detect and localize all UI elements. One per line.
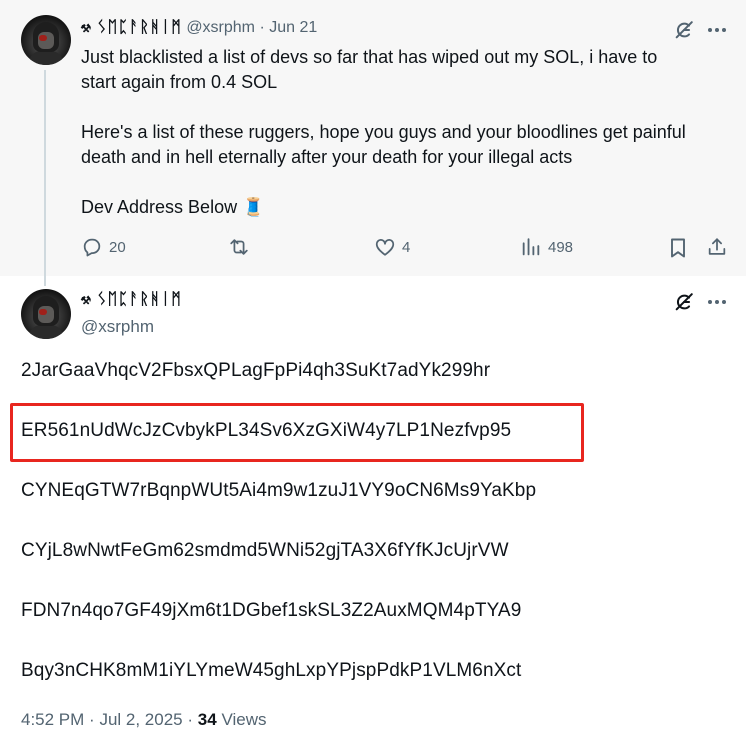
tweet-date[interactable]: Jun 21 bbox=[269, 19, 317, 36]
author-name[interactable]: ⚒ ᛊᛖᛈᚨᚱᚻᛁᛗ bbox=[81, 19, 182, 36]
post-date[interactable]: Jul 2, 2025 bbox=[99, 710, 182, 729]
footer-separator: · bbox=[187, 710, 194, 729]
views-label: Views bbox=[221, 710, 267, 729]
tweet-text-line: Just blacklisted a list of devs so far t… bbox=[81, 47, 658, 67]
views-count: 498 bbox=[548, 238, 574, 256]
bookmark-icon[interactable] bbox=[666, 236, 690, 260]
tweet-footer: 4:52 PM · Jul 2, 2025 · 34 Views bbox=[21, 710, 266, 730]
avatar[interactable] bbox=[21, 289, 71, 339]
author-name[interactable]: ⚒ ᛊᛖᛈᚨᚱᚻᛁᛗ bbox=[81, 291, 182, 309]
thread-line bbox=[44, 70, 46, 286]
views-button[interactable]: 498 bbox=[520, 236, 573, 258]
dev-address: FDN7n4qo7GF49jXm6t1DGbef1skSL3Z2AuxMQM4p… bbox=[21, 600, 522, 621]
like-icon bbox=[375, 239, 395, 256]
parent-tweet[interactable]: ⚒ ᛊᛖᛈᚨᚱᚻᛁᛗ @xsrphm · Jun 21 Just blackli… bbox=[0, 0, 746, 286]
dev-address: Bqy3nCHK8mM1iYLYmeW45ghLxpYPjspPdkP1VLM6… bbox=[21, 660, 522, 681]
post-time[interactable]: 4:52 PM bbox=[21, 710, 84, 729]
retweet-button[interactable] bbox=[227, 236, 251, 258]
dev-address: CYjL8wNwtFeGm62smdmd5WNi52gjTA3X6fYfKJcU… bbox=[21, 540, 509, 561]
reply-button[interactable]: 20 bbox=[81, 236, 126, 258]
views-count: 34 bbox=[197, 710, 217, 729]
grok-icon[interactable] bbox=[671, 17, 697, 43]
more-icon[interactable] bbox=[704, 289, 730, 315]
reply-icon bbox=[83, 238, 101, 257]
author-handle[interactable]: @xsrphm bbox=[186, 19, 255, 36]
tweet-text-line: Here's a list of these ruggers, hope you… bbox=[81, 122, 686, 142]
retweet-icon bbox=[230, 239, 248, 255]
footer-separator: · bbox=[89, 710, 95, 729]
author-handle[interactable]: @xsrphm bbox=[81, 317, 154, 337]
like-count: 4 bbox=[402, 238, 411, 256]
more-icon[interactable] bbox=[704, 17, 730, 43]
tweet-text-line: death and in hell eternally after your d… bbox=[81, 147, 573, 167]
like-button[interactable]: 4 bbox=[374, 236, 410, 258]
dev-address: CYNEqGTW7rBqnpWUt5Ai4m9w1zuJ1VY9oCN6Ms9Y… bbox=[21, 480, 537, 501]
dev-address: 2JarGaaVhqcV2FbsxQPLagFpPi4qh3SuKt7adYk2… bbox=[21, 360, 491, 381]
highlight-box bbox=[10, 403, 584, 462]
tweet-header: ⚒ ᛊᛖᛈᚨᚱᚻᛁᛗ @xsrphm · Jun 21 bbox=[81, 19, 317, 37]
thread-emoji: 🧵 bbox=[242, 197, 265, 217]
share-icon[interactable] bbox=[704, 235, 730, 259]
grok-icon[interactable] bbox=[671, 289, 697, 315]
reply-count: 20 bbox=[109, 238, 126, 256]
views-icon bbox=[522, 238, 540, 256]
header-separator: · bbox=[259, 19, 265, 36]
avatar[interactable] bbox=[21, 15, 71, 65]
tweet-text-line: start again from 0.4 SOL bbox=[81, 72, 278, 92]
tweet-text-line-last: Dev Address Below 🧵 bbox=[81, 195, 265, 220]
dev-address-label: Dev Address Below bbox=[81, 197, 238, 217]
